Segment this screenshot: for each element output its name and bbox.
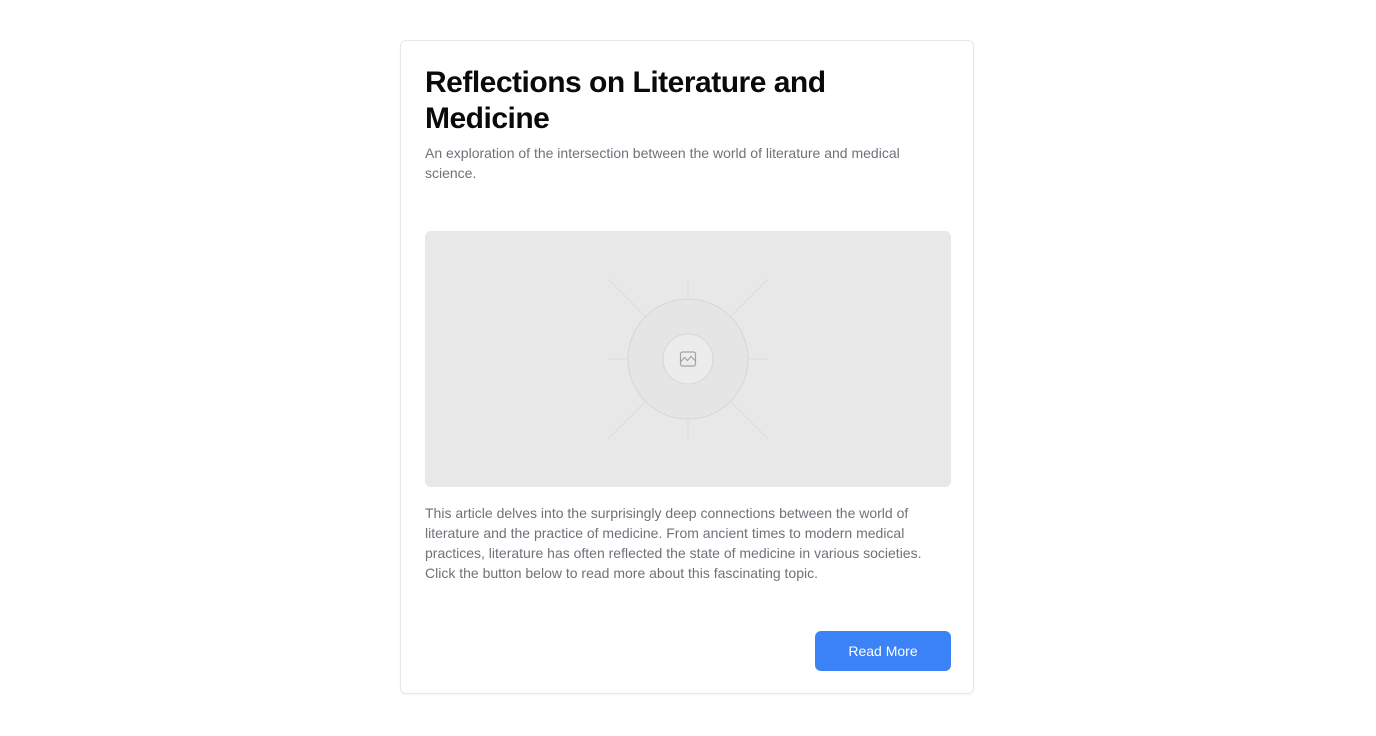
- placeholder-graphic: [607, 278, 769, 440]
- read-more-button[interactable]: Read More: [815, 631, 951, 671]
- article-subtitle: An exploration of the intersection betwe…: [425, 145, 900, 181]
- article-body: This article delves into the surprisingl…: [425, 505, 922, 581]
- article-image-placeholder: [425, 231, 951, 487]
- article-card: Reflections on Literature and Medicine A…: [400, 40, 974, 694]
- article-title: Reflections on Literature and Medicine: [425, 66, 826, 135]
